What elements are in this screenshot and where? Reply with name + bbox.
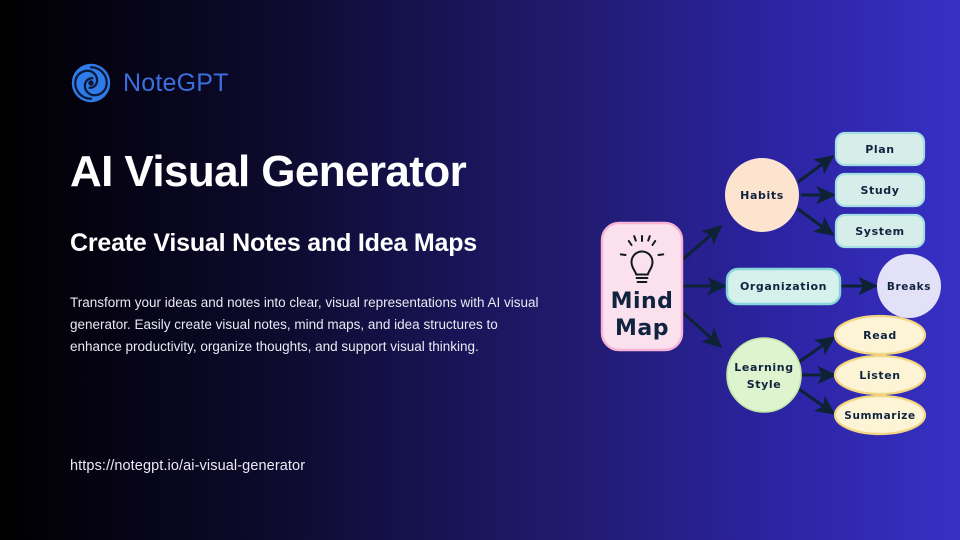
center-label-line2: Map [615, 316, 669, 341]
node-read[interactable]: Read [833, 314, 927, 356]
brand-logo[interactable]: NoteGPT [70, 62, 229, 104]
organization-label: Organization [740, 280, 827, 293]
breaks-label: Breaks [887, 281, 931, 293]
connector-habits-plan [797, 155, 835, 184]
page-description: Transform your ideas and notes into clea… [70, 295, 539, 354]
hero-content: NoteGPT AI Visual Generator Create Visua… [70, 0, 610, 540]
connector-learning-summarize [798, 387, 836, 415]
connector-center-learning [680, 310, 723, 349]
node-habits[interactable]: Habits [725, 158, 799, 232]
node-breaks[interactable]: Breaks [877, 254, 941, 318]
listen-label: Listen [859, 369, 900, 382]
learning-style-shape [726, 337, 802, 413]
connector-group-learning [798, 336, 838, 415]
node-listen[interactable]: Listen [833, 354, 927, 396]
connector-center-habits [680, 224, 723, 262]
connector-group-center [680, 224, 728, 349]
habits-label: Habits [740, 189, 784, 202]
system-label: System [855, 225, 904, 238]
node-study[interactable]: Study [834, 172, 926, 208]
connector-learning-read [798, 336, 836, 364]
node-mind-map-center[interactable]: Mind Map [600, 221, 684, 352]
study-label: Study [860, 184, 899, 197]
node-summarize[interactable]: Summarize [833, 394, 927, 436]
read-label: Read [863, 329, 897, 342]
node-organization[interactable]: Organization [725, 267, 842, 306]
node-system[interactable]: System [834, 213, 926, 249]
connector-group-habits [797, 155, 837, 236]
brand-name: NoteGPT [123, 68, 229, 97]
node-plan[interactable]: Plan [834, 131, 926, 167]
connector-habits-system [797, 207, 835, 236]
page-title: AI Visual Generator [70, 147, 467, 196]
learning-style-label-line1: Learning [734, 361, 793, 374]
plan-label: Plan [865, 143, 895, 156]
center-label-line1: Mind [611, 289, 674, 314]
mind-map-diagram: Mind Map Habits Plan Study System Organi… [590, 110, 950, 450]
spiral-swirl-icon [71, 63, 111, 103]
node-learning-style[interactable]: Learning Style [726, 337, 802, 413]
page-subtitle: Create Visual Notes and Idea Maps [70, 229, 477, 257]
summarize-label: Summarize [844, 410, 915, 422]
page-url[interactable]: https://notegpt.io/ai-visual-generator [70, 458, 305, 474]
learning-style-label-line2: Style [747, 378, 782, 391]
